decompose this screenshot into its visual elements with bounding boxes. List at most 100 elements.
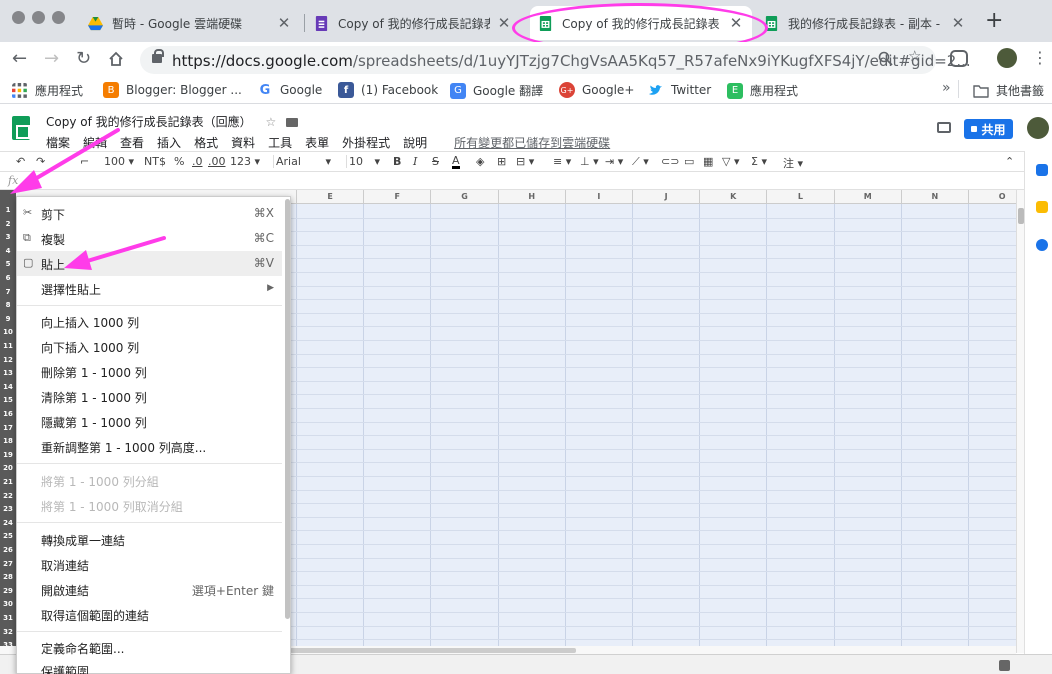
bookmark-star-icon[interactable]: ☆ (908, 47, 921, 65)
menu-form[interactable]: 表單 (305, 134, 329, 151)
column-header[interactable]: E (296, 190, 363, 204)
row-header[interactable]: 8 (0, 299, 16, 312)
close-window-dot[interactable] (12, 11, 25, 24)
row-header[interactable]: 26 (0, 544, 16, 557)
star-icon[interactable]: ☆ (265, 115, 276, 129)
row-header[interactable]: 2 (0, 218, 16, 231)
back-arrow-icon[interactable]: ← (12, 48, 27, 69)
filter-icon[interactable]: ▽ ▾ (722, 155, 739, 168)
tasks-icon[interactable] (1036, 239, 1048, 251)
row-header[interactable]: 5 (0, 258, 16, 271)
menu-item-open-link[interactable]: 開啟連結 選項+Enter 鍵 (17, 577, 282, 602)
minimize-window-dot[interactable] (32, 11, 45, 24)
row-header[interactable]: 25 (0, 530, 16, 543)
horizontal-scroll-thumb[interactable] (290, 648, 576, 653)
functions-button[interactable]: Σ ▾ (751, 155, 767, 168)
profile-avatar[interactable] (997, 48, 1017, 68)
row-header[interactable]: 13 (0, 367, 16, 380)
menu-item-protect-range[interactable]: 保護範圍 (17, 658, 282, 674)
menu-insert[interactable]: 插入 (157, 134, 181, 151)
text-wrap-icon[interactable]: ⇥ ▾ (605, 155, 623, 168)
row-header[interactable]: 32 (0, 626, 16, 639)
menu-item-hide-rows[interactable]: 隱藏第 1 - 1000 列 (17, 409, 282, 434)
browser-tab-forms[interactable]: Copy of 我的修行成長記錄表 ✕ (306, 6, 520, 40)
column-header[interactable]: H (497, 190, 565, 204)
column-header[interactable]: L (766, 190, 833, 204)
borders-icon[interactable]: ⊞ (497, 155, 506, 168)
percent-format-button[interactable]: % (174, 155, 184, 168)
row-header[interactable]: 21 (0, 476, 16, 489)
column-header[interactable]: O (968, 190, 1016, 204)
row-header[interactable]: 17 (0, 422, 16, 435)
close-tab-icon[interactable]: ✕ (496, 14, 512, 32)
row-header[interactable]: 28 (0, 571, 16, 584)
menu-item-insert-below[interactable]: 向下插入 1000 列 (17, 334, 282, 359)
menu-item-convert-link[interactable]: 轉換成單一連結 (17, 527, 282, 552)
keep-icon[interactable] (1036, 201, 1048, 213)
row-header[interactable]: 24 (0, 517, 16, 530)
horizontal-align-icon[interactable]: ≡ ▾ (553, 155, 571, 168)
close-tab-icon[interactable]: ✕ (950, 14, 966, 32)
row-header[interactable]: 18 (0, 435, 16, 448)
menu-item-unlink[interactable]: 取消連結 (17, 552, 282, 577)
new-tab-button[interactable]: + (985, 8, 1003, 33)
collapse-toolbar-icon[interactable]: ⌃ (1005, 155, 1014, 168)
currency-format-button[interactable]: NT$ (144, 155, 166, 168)
home-icon[interactable] (108, 51, 124, 67)
bookmark-google-translate[interactable]: G Google 翻譯 (450, 82, 543, 99)
row-header[interactable]: 6 (0, 272, 16, 285)
explore-icon[interactable] (999, 660, 1010, 671)
insert-chart-icon[interactable]: ▦ (703, 155, 713, 168)
row-header[interactable]: 9 (0, 313, 16, 326)
menu-item-delete-rows[interactable]: 刪除第 1 - 1000 列 (17, 359, 282, 384)
row-header[interactable]: 10 (0, 326, 16, 339)
bookmarks-overflow[interactable]: » (942, 80, 951, 96)
fill-color-icon[interactable]: ◈ (476, 155, 484, 168)
column-header[interactable]: F (363, 190, 430, 204)
share-button[interactable]: 共用 (964, 119, 1013, 139)
row-header[interactable]: 30 (0, 598, 16, 611)
font-family-select[interactable]: Arial ▾ (273, 155, 331, 168)
row-header[interactable]: 23 (0, 503, 16, 516)
vertical-scrollbar[interactable] (1016, 190, 1024, 653)
row-header[interactable]: 19 (0, 449, 16, 462)
italic-button[interactable]: I (413, 155, 417, 168)
text-color-button[interactable]: A (452, 155, 460, 169)
row-header[interactable]: 14 (0, 381, 16, 394)
strikethrough-button[interactable]: S (432, 155, 439, 168)
menu-addons[interactable]: 外掛程式 (342, 134, 390, 151)
row-header[interactable]: 12 (0, 354, 16, 367)
bookmark-blogger[interactable]: B Blogger: Blogger ... (103, 82, 242, 98)
row-header[interactable]: 1 (0, 204, 16, 217)
browser-tab-sheets-copy[interactable]: 我的修行成長記錄表 - 副本 - ✕ (756, 6, 974, 40)
more-formats-select[interactable]: 123 ▾ (230, 155, 260, 168)
calendar-icon[interactable] (1036, 164, 1048, 176)
vertical-align-icon[interactable]: ⊥ ▾ (580, 155, 599, 168)
bookmark-evernote[interactable]: E 應用程式 (727, 82, 798, 99)
browser-menu-icon[interactable]: ⋮ (1032, 48, 1048, 67)
row-header[interactable]: 15 (0, 394, 16, 407)
column-header[interactable]: M (833, 190, 901, 204)
zoom-magnifier-icon[interactable] (878, 51, 893, 66)
save-status-link[interactable]: 所有變更都已儲存到雲端硬碟 (454, 134, 610, 151)
menu-scrollbar[interactable] (285, 199, 290, 619)
bookmark-google-plus[interactable]: G+ Google+ (559, 82, 634, 98)
column-header[interactable]: N (900, 190, 968, 204)
close-tab-icon[interactable]: ✕ (276, 14, 292, 32)
decrease-decimal-button[interactable]: .0 (192, 155, 203, 168)
bookmark-twitter[interactable]: Twitter (648, 82, 711, 98)
merge-cells-icon[interactable]: ⊟ ▾ (516, 155, 534, 168)
formula-bar[interactable]: fx (0, 172, 1024, 190)
column-header[interactable]: K (699, 190, 766, 204)
row-header[interactable]: 20 (0, 462, 16, 475)
menu-item-clear-rows[interactable]: 清除第 1 - 1000 列 (17, 384, 282, 409)
menu-format[interactable]: 格式 (194, 134, 218, 151)
menu-item-named-range[interactable]: 定義命名範圍... (17, 635, 282, 660)
row-header[interactable]: 22 (0, 490, 16, 503)
browser-tab-drive[interactable]: 暫時 - Google 雲端硬碟 ✕ (80, 6, 300, 40)
row-header[interactable]: 16 (0, 408, 16, 421)
increase-decimal-button[interactable]: .00 (208, 155, 226, 168)
row-header[interactable]: 31 (0, 612, 16, 625)
account-avatar[interactable] (1027, 117, 1049, 139)
row-header[interactable]: 3 (0, 231, 16, 244)
